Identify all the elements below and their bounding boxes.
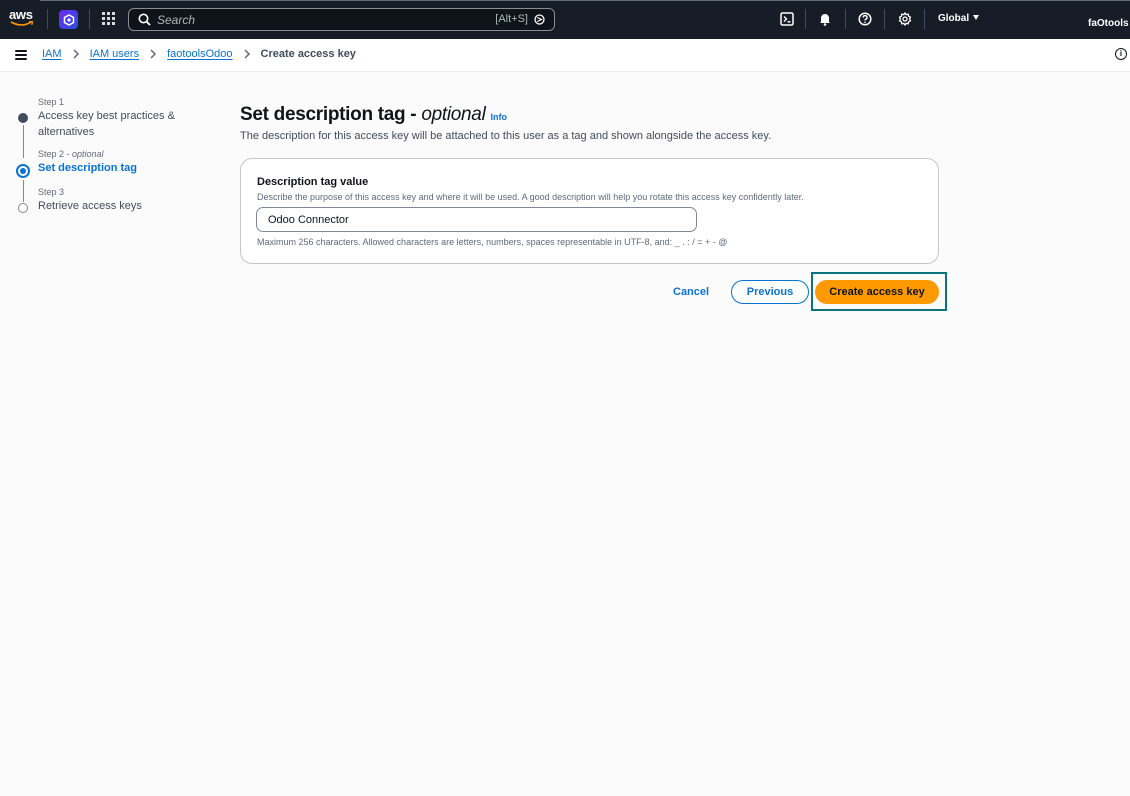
- step-number: Step 1: [38, 97, 65, 107]
- top-navigation: aws [Alt+S] Global faOtools: [0, 0, 1130, 39]
- region-selector[interactable]: Global: [938, 13, 980, 24]
- step-number: Step 2 - optional: [38, 149, 104, 159]
- step-number: Step 3: [38, 187, 65, 197]
- optional-marker: optional: [421, 104, 486, 125]
- search-icon: [138, 13, 151, 26]
- breadcrumb-bar: IAM IAM users faotoolsOdoo Create access…: [0, 39, 1130, 72]
- step-pending-icon: [18, 203, 28, 213]
- field-label: Description tag value: [257, 176, 369, 188]
- search-box[interactable]: [Alt+S]: [128, 8, 555, 31]
- info-panel-icon[interactable]: i: [1115, 48, 1127, 60]
- breadcrumb-current: Create access key: [260, 48, 356, 60]
- search-input[interactable]: [157, 11, 457, 28]
- description-tag-container: Description tag value Describe the purpo…: [240, 158, 939, 264]
- description-tag-input[interactable]: [256, 207, 697, 232]
- field-description: Describe the purpose of this access key …: [257, 192, 804, 202]
- page-description: The description for this access key will…: [240, 130, 772, 142]
- aws-smile-icon: [10, 21, 34, 26]
- help-icon[interactable]: [857, 11, 873, 27]
- shortcut-info-icon: [534, 14, 545, 25]
- nav-divider: [845, 9, 846, 29]
- previous-button[interactable]: Previous: [731, 280, 809, 304]
- search-shortcut-hint: [Alt+S]: [495, 13, 528, 25]
- nav-divider: [47, 9, 48, 29]
- nav-divider: [924, 9, 925, 29]
- cancel-button[interactable]: Cancel: [673, 286, 709, 298]
- region-label: Global: [938, 13, 970, 24]
- nav-divider: [89, 9, 90, 29]
- wizard-step-2[interactable]: Step 2 - optional Set description tag: [15, 148, 215, 202]
- caret-down-icon: [973, 15, 980, 20]
- wizard-step-1[interactable]: Step 1 Access key best practices & alter…: [15, 96, 215, 158]
- chevron-right-icon: [149, 49, 157, 59]
- breadcrumb: IAM IAM users faotoolsOdoo Create access…: [42, 48, 356, 60]
- field-constraint-text: Maximum 256 characters. Allowed characte…: [257, 237, 728, 247]
- step-active-icon: [16, 164, 30, 178]
- menu-icon[interactable]: [15, 50, 27, 60]
- chevron-right-icon: [72, 49, 80, 59]
- info-link[interactable]: Info: [490, 112, 507, 122]
- account-menu[interactable]: faOtools: [1088, 18, 1129, 29]
- step-label: Retrieve access keys: [38, 200, 142, 212]
- nav-divider: [805, 9, 806, 29]
- bell-icon[interactable]: [817, 11, 833, 27]
- step-completed-icon: [18, 113, 28, 123]
- breadcrumb-link-iam[interactable]: IAM: [42, 48, 62, 60]
- gear-icon[interactable]: [897, 11, 913, 27]
- nav-divider: [884, 9, 885, 29]
- step-label: Access key best practices & alternatives: [38, 110, 175, 138]
- step-label: Set description tag: [38, 162, 138, 174]
- page-title: Set description tag - optional Info: [240, 104, 507, 125]
- extension-icon[interactable]: [59, 10, 78, 29]
- cloudshell-icon[interactable]: [779, 11, 795, 27]
- services-grid-icon[interactable]: [101, 11, 116, 26]
- create-access-key-button[interactable]: Create access key: [815, 280, 939, 304]
- aws-logo[interactable]: aws: [9, 8, 37, 30]
- breadcrumb-link-user[interactable]: faotoolsOdoo: [167, 48, 232, 60]
- breadcrumb-link-iam-users[interactable]: IAM users: [90, 48, 140, 60]
- wizard-step-3: Step 3 Retrieve access keys: [15, 186, 215, 214]
- wizard-steps: Step 1 Access key best practices & alter…: [15, 96, 215, 214]
- chevron-right-icon: [243, 49, 251, 59]
